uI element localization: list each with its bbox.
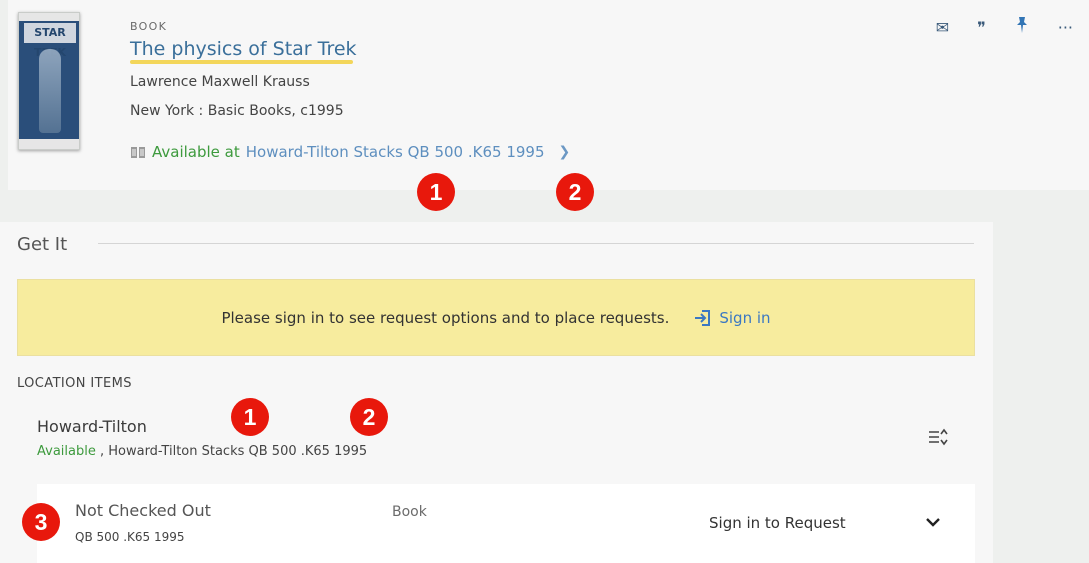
item-status: Not Checked Out: [75, 501, 211, 520]
record-publication: New York : Basic Books, c1995: [130, 103, 344, 119]
record-title[interactable]: The physics of Star Trek: [130, 38, 357, 64]
item-type: Book: [392, 504, 427, 520]
availability-status: Available at: [152, 143, 240, 161]
annotation-badge-2: 2: [556, 173, 594, 211]
sign-in-notice: Please sign in to see request options an…: [17, 279, 975, 356]
annotation-badge-1: 1: [231, 398, 269, 436]
notice-text: Please sign in to see request options an…: [221, 308, 670, 327]
location-items-heading: LOCATION ITEMS: [17, 376, 132, 391]
library-name: Howard-Tilton: [37, 417, 147, 436]
item-row[interactable]: Not Checked Out QB 500 .K65 1995 Book Si…: [37, 484, 975, 563]
sign-in-label[interactable]: Sign in: [719, 309, 770, 327]
item-call-number: QB 500 .K65 1995: [75, 530, 185, 544]
chevron-down-icon[interactable]: [925, 514, 941, 530]
record-author: Lawrence Maxwell Krauss: [130, 74, 310, 90]
get-it-section: Get It Please sign in to see request opt…: [0, 222, 993, 563]
request-button[interactable]: Sign in to Request: [709, 514, 846, 532]
book-icon: [131, 146, 145, 158]
resource-type: BOOK: [130, 20, 168, 33]
sign-in-link[interactable]: Sign in: [693, 308, 771, 328]
availability-row[interactable]: Available at Howard-Tilton Stacks QB 500…: [130, 143, 570, 161]
email-icon[interactable]: ✉: [936, 18, 949, 37]
availability-location[interactable]: Howard-Tilton Stacks QB 500 .K65 1995: [246, 143, 545, 161]
sort-icon[interactable]: [928, 427, 948, 447]
sign-in-icon: [695, 309, 711, 326]
citation-icon[interactable]: ❞: [977, 18, 986, 37]
record-actions: ✉ ❞ ···: [936, 16, 1073, 38]
library-availability: Available: [37, 444, 96, 459]
chevron-right-icon[interactable]: ❯: [559, 144, 571, 160]
divider: [98, 243, 974, 244]
annotation-badge-3: 3: [22, 503, 60, 541]
annotation-badge-1: 1: [417, 173, 455, 211]
book-cover[interactable]: STAR TREK: [18, 12, 80, 150]
record-card: STAR TREK BOOK The physics of Star Trek …: [8, 0, 1089, 190]
get-it-title: Get It: [17, 234, 68, 255]
annotation-badge-2: 2: [350, 398, 388, 436]
cover-logo: STAR TREK: [24, 23, 76, 59]
pin-icon[interactable]: [1014, 16, 1030, 38]
library-location: , Howard-Tilton Stacks QB 500 .K65 1995: [95, 444, 368, 459]
more-options-icon[interactable]: ···: [1058, 18, 1073, 37]
library-status: Available , Howard-Tilton Stacks QB 500 …: [37, 444, 367, 459]
